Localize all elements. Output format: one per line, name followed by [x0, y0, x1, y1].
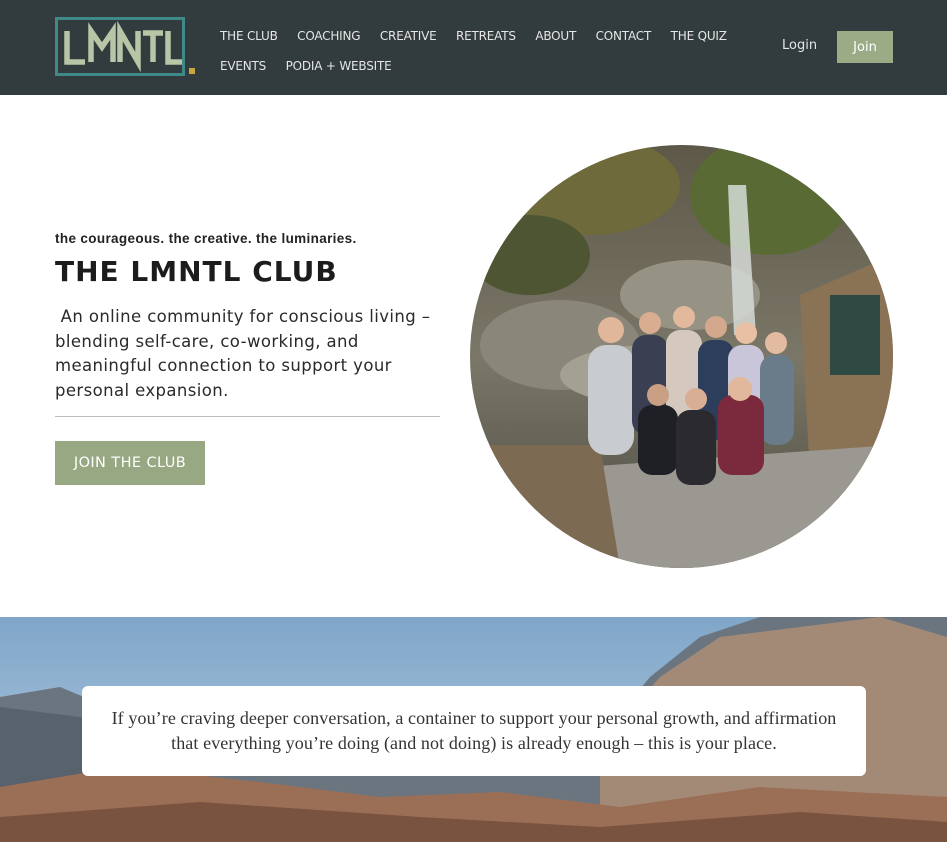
hero-description: An online community for conscious living… — [55, 307, 431, 401]
nav-item-retreats[interactable]: RETREATS — [456, 29, 516, 43]
nav-item-podia-website[interactable]: PODIA + WEBSITE — [286, 59, 392, 73]
hero-tagline: the courageous. the creative. the lumina… — [55, 231, 357, 246]
nav-row-primary: THE CLUB COACHING CREATIVE RETREATS ABOU… — [220, 21, 760, 51]
site-header: THE CLUB COACHING CREATIVE RETREATS ABOU… — [0, 0, 947, 95]
nav-item-creative[interactable]: CREATIVE — [380, 29, 437, 43]
login-link[interactable]: Login — [782, 38, 817, 53]
join-the-club-button[interactable]: JOIN THE CLUB — [55, 441, 205, 485]
hero-title: THE LMNTL CLUB — [55, 255, 338, 288]
nav-item-the-club[interactable]: THE CLUB — [220, 29, 278, 43]
nav-item-about[interactable]: ABOUT — [535, 29, 576, 43]
nav-item-the-quiz[interactable]: THE QUIZ — [671, 29, 727, 43]
join-button[interactable]: Join — [837, 31, 893, 63]
nav-item-coaching[interactable]: COACHING — [297, 29, 360, 43]
main-nav: THE CLUB COACHING CREATIVE RETREATS ABOU… — [220, 21, 760, 81]
group-photo — [470, 145, 893, 568]
quote-text: If you’re craving deeper conversation, a… — [111, 708, 837, 753]
lmntl-logo[interactable] — [55, 17, 197, 76]
hero-divider — [55, 416, 440, 417]
nav-item-events[interactable]: EVENTS — [220, 59, 266, 73]
nav-item-contact[interactable]: CONTACT — [596, 29, 652, 43]
quote-card: If you’re craving deeper conversation, a… — [82, 686, 866, 776]
nav-row-secondary: EVENTS PODIA + WEBSITE — [220, 51, 760, 81]
